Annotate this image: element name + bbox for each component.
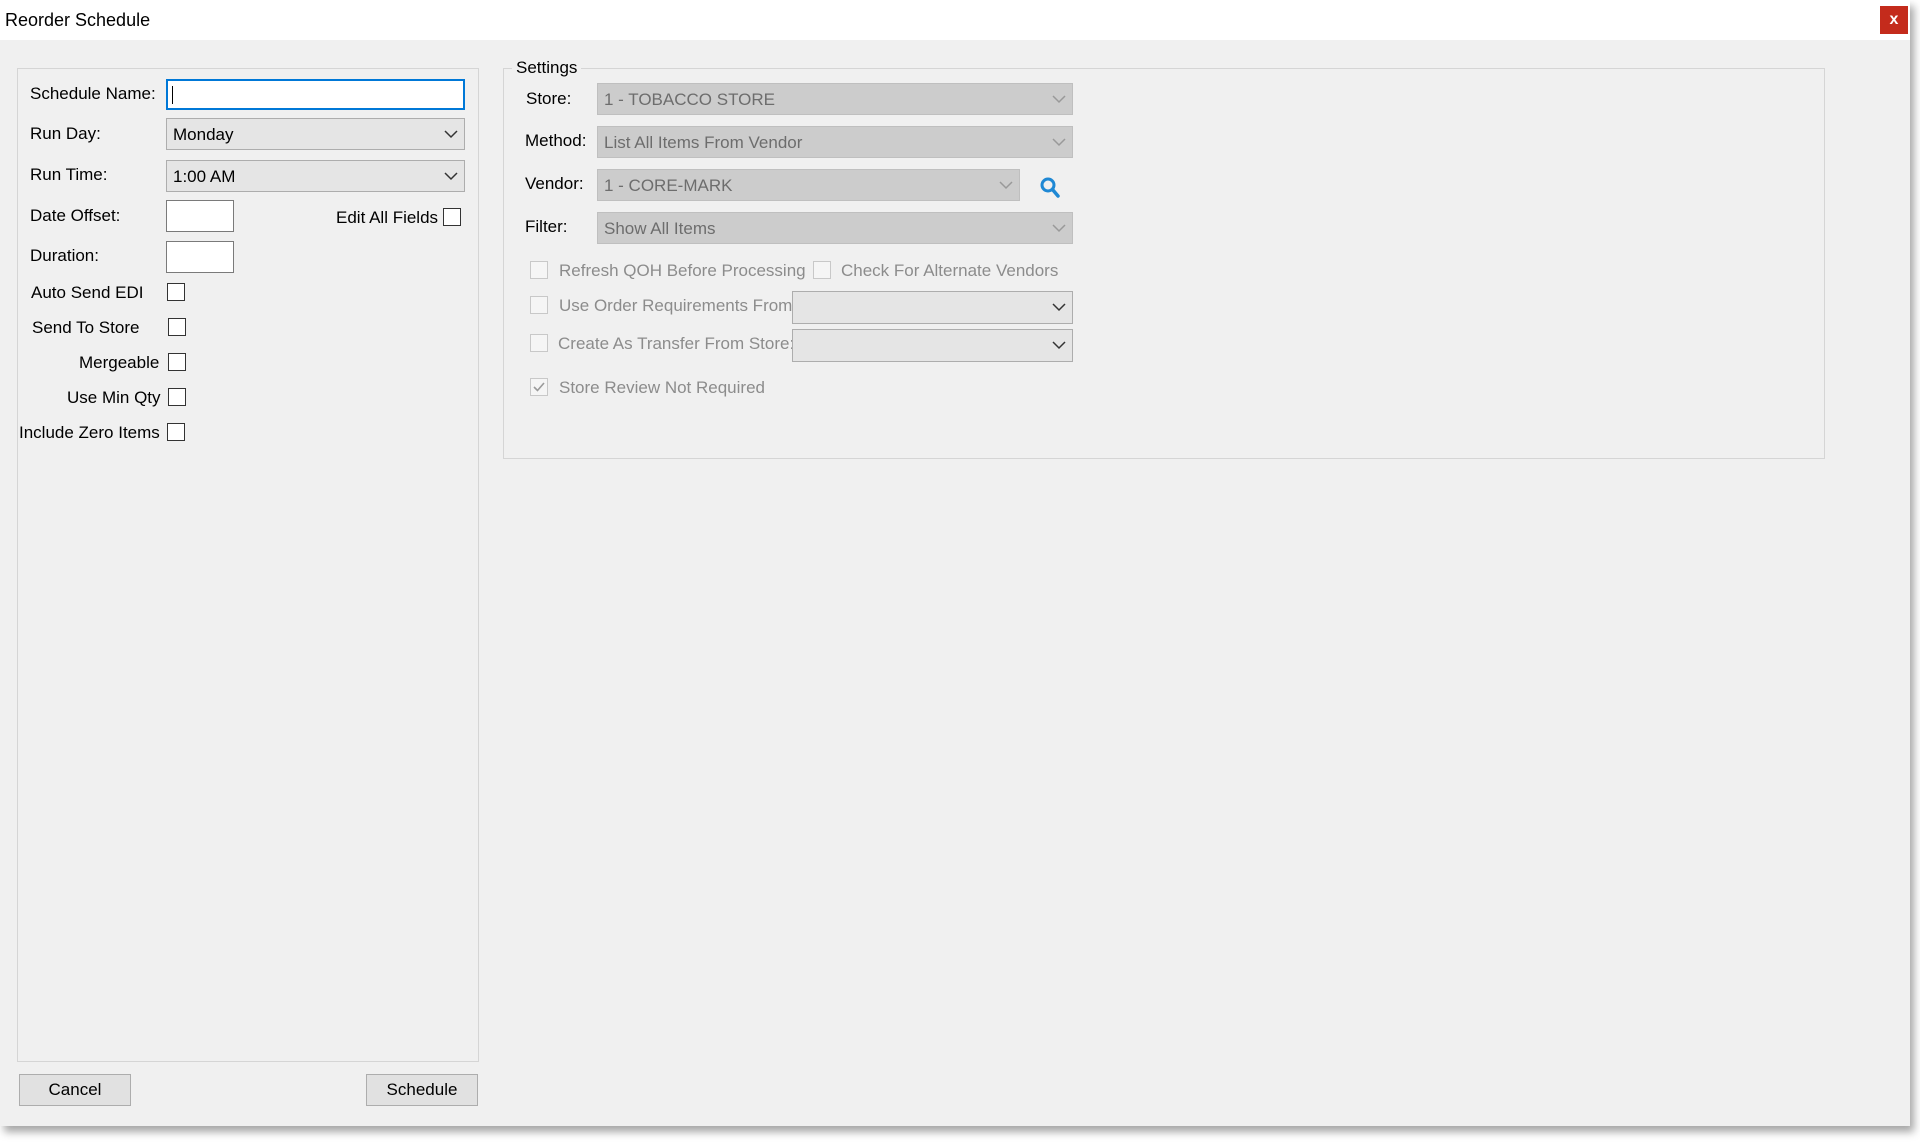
- method-select[interactable]: List All Items From Vendor: [597, 126, 1073, 158]
- duration-input[interactable]: [166, 241, 234, 273]
- use-order-req-checkbox[interactable]: [530, 296, 548, 314]
- chevron-down-icon: [444, 172, 458, 181]
- create-transfer-checkbox[interactable]: [530, 334, 548, 352]
- chevron-down-icon: [1052, 95, 1066, 104]
- run-time-select[interactable]: 1:00 AM: [166, 160, 465, 192]
- create-transfer-select[interactable]: [792, 329, 1073, 362]
- auto-send-edi-label: Auto Send EDI: [31, 283, 144, 302]
- text-caret: [172, 86, 173, 104]
- create-transfer-label: Create As Transfer From Store:: [558, 334, 795, 353]
- chevron-down-icon: [999, 181, 1013, 190]
- include-zero-items-label: Include Zero Items: [19, 423, 160, 442]
- reorder-schedule-dialog: Reorder Schedule x Schedule Name: Run Da…: [0, 0, 1910, 1126]
- close-icon: x: [1889, 11, 1899, 28]
- include-zero-items-checkbox[interactable]: [167, 423, 185, 441]
- title-bar: Reorder Schedule x: [0, 0, 1910, 40]
- run-day-label: Run Day:: [30, 124, 101, 143]
- refresh-qoh-label: Refresh QOH Before Processing: [559, 261, 806, 280]
- chevron-down-icon: [444, 130, 458, 139]
- close-button[interactable]: x: [1880, 6, 1908, 34]
- checkmark-icon: [533, 382, 545, 392]
- edit-all-fields-label: Edit All Fields: [336, 208, 439, 227]
- mergeable-checkbox[interactable]: [168, 353, 186, 371]
- send-to-store-checkbox[interactable]: [168, 318, 186, 336]
- refresh-qoh-checkbox[interactable]: [530, 261, 548, 279]
- run-time-label: Run Time:: [30, 165, 108, 184]
- filter-label: Filter:: [525, 217, 568, 236]
- schedule-name-input[interactable]: [166, 79, 465, 110]
- chevron-down-icon: [1052, 303, 1066, 312]
- store-label: Store:: [526, 89, 572, 108]
- check-alt-vendors-label: Check For Alternate Vendors: [841, 261, 1059, 280]
- use-min-qty-checkbox[interactable]: [168, 388, 186, 406]
- chevron-down-icon: [1052, 341, 1066, 350]
- store-review-label: Store Review Not Required: [559, 378, 765, 397]
- chevron-down-icon: [1052, 224, 1066, 233]
- chevron-down-icon: [1052, 138, 1066, 147]
- duration-label: Duration:: [30, 246, 99, 265]
- use-min-qty-label: Use Min Qty: [67, 388, 161, 407]
- method-label: Method:: [525, 131, 587, 150]
- send-to-store-label: Send To Store: [32, 318, 140, 337]
- check-alt-vendors-checkbox[interactable]: [813, 261, 831, 279]
- window-title: Reorder Schedule: [5, 10, 151, 30]
- filter-select[interactable]: Show All Items: [597, 212, 1073, 244]
- mergeable-label: Mergeable: [79, 353, 160, 372]
- vendor-label: Vendor:: [525, 174, 584, 193]
- search-icon[interactable]: [1039, 176, 1061, 200]
- store-review-checkbox[interactable]: [530, 378, 548, 396]
- run-day-select[interactable]: Monday: [166, 118, 465, 150]
- schedule-name-label: Schedule Name:: [30, 84, 156, 103]
- date-offset-label: Date Offset:: [30, 206, 121, 225]
- auto-send-edi-checkbox[interactable]: [167, 283, 185, 301]
- store-select[interactable]: 1 - TOBACCO STORE: [597, 83, 1073, 115]
- schedule-button[interactable]: Schedule: [366, 1074, 478, 1106]
- date-offset-input[interactable]: [166, 200, 234, 232]
- use-order-req-select[interactable]: [792, 291, 1073, 324]
- settings-title: Settings: [512, 58, 582, 78]
- vendor-select[interactable]: 1 - CORE-MARK: [597, 169, 1020, 201]
- cancel-button[interactable]: Cancel: [19, 1074, 131, 1106]
- use-order-req-label: Use Order Requirements From:: [559, 296, 798, 315]
- edit-all-fields-checkbox[interactable]: [443, 208, 461, 226]
